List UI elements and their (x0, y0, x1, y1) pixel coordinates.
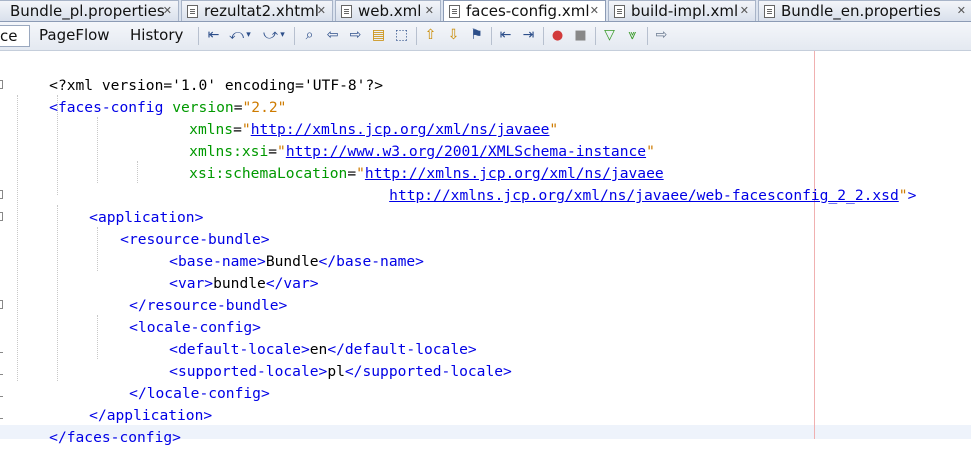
fold-marker[interactable] (0, 374, 3, 375)
xml-file-icon (449, 5, 460, 18)
find-selection-icon[interactable]: ⌕ (301, 27, 318, 44)
next-bookmark-icon[interactable]: ⇩ (445, 27, 462, 44)
code-line: <resource-bundle> (85, 207, 269, 248)
toolbar-separator (416, 27, 417, 45)
xml-text: pl (327, 363, 345, 380)
toolbar-separator (491, 27, 492, 45)
tab-bundle-pl-properties[interactable]: Bundle_pl.properties ✕ (0, 0, 179, 21)
fold-marker[interactable] (0, 212, 3, 221)
dropdown-arrow-icon[interactable]: ▾ (278, 27, 287, 44)
shift-left-icon[interactable]: ⇤ (497, 27, 514, 44)
close-tab-icon[interactable]: ✕ (957, 1, 966, 21)
find-next-icon[interactable]: ⇨ (347, 27, 364, 44)
tab-label: Bundle_en.properties (781, 2, 941, 20)
properties-file-icon (764, 5, 775, 18)
close-tab-icon[interactable]: ✕ (740, 1, 749, 21)
editor-tab-bar: Bundle_pl.properties ✕ rezultat2.xhtml ✕… (0, 0, 971, 22)
fold-marker[interactable] (0, 80, 3, 89)
code-line: <default-locale>en</default-locale> (134, 317, 477, 358)
tab-label: web.xml (358, 2, 422, 20)
tab-faces-config-xml[interactable]: faces-config.xml ✕ (443, 0, 606, 21)
xhtml-file-icon (187, 5, 198, 18)
code-line: </faces-config> (14, 405, 181, 446)
tab-bundle-en-properties[interactable]: Bundle_en.properties ✕ (758, 0, 971, 21)
fold-marker[interactable] (0, 396, 3, 397)
fold-marker[interactable] (0, 352, 3, 353)
indent-guide (137, 161, 139, 183)
find-previous-icon[interactable]: ⇦ (324, 27, 341, 44)
code-line: <locale-config> (94, 295, 261, 336)
fold-marker[interactable] (0, 418, 3, 419)
code-line: <supported-locale>pl</supported-locale> (134, 339, 512, 380)
editor-toolbar: ce PageFlow History ⇤ ⤺ ▾ ⤻ ▾ ⌕ ⇦ ⇨ ▤ ⬚ … (0, 22, 971, 51)
toggle-rectangular-selection-icon[interactable]: ⬚ (393, 27, 410, 44)
code-line: </locale-config> (94, 361, 270, 402)
tab-label: Bundle_pl.properties (10, 2, 165, 20)
close-tab-icon[interactable]: ✕ (425, 1, 434, 21)
xml-file-icon (614, 5, 625, 18)
source-view-button[interactable]: ce (0, 25, 30, 47)
xml-tag: </base-name> (318, 253, 424, 270)
history-view-button[interactable]: History (123, 25, 190, 47)
tab-rezultat2-xhtml[interactable]: rezultat2.xhtml ✕ (181, 0, 333, 21)
fold-marker[interactable] (0, 300, 3, 309)
xml-file-icon (341, 5, 352, 18)
code-line: <?xml version='1.0' encoding='UTF-8'?> (14, 53, 383, 94)
toolbar-separator (198, 27, 199, 45)
shift-right-icon[interactable]: ⇥ (520, 27, 537, 44)
validate-xml-icon[interactable]: ⩔ (624, 27, 641, 44)
check-xml-icon[interactable]: ▽ (601, 27, 618, 44)
code-line: <faces-config version="2.2" (14, 75, 286, 116)
right-margin-line (814, 51, 815, 439)
fold-marker[interactable] (0, 190, 3, 199)
code-line: </application> (54, 383, 212, 424)
code-line: http://xmlns.jcp.org/xml/ns/javaee/web-f… (354, 163, 916, 204)
code-line: <var>bundle</var> (134, 251, 318, 292)
toolbar-separator (595, 27, 596, 45)
tab-web-xml[interactable]: web.xml ✕ (335, 0, 441, 21)
tab-label: rezultat2.xhtml (204, 2, 319, 20)
code-line: xmlns="http://xmlns.jcp.org/xml/ns/javae… (154, 97, 558, 138)
xml-tag: <faces-config (49, 99, 164, 116)
toggle-bookmark-icon[interactable]: ⚑ (468, 27, 485, 44)
code-line: <base-name>Bundle</base-name> (134, 229, 424, 270)
tab-build-impl-xml[interactable]: build-impl.xml ✕ (608, 0, 756, 21)
xml-tag: </supported-locale> (344, 363, 512, 380)
start-macro-icon[interactable]: ● (549, 27, 566, 44)
toggle-highlight-icon[interactable]: ▤ (370, 27, 387, 44)
close-tab-icon[interactable]: ✕ (163, 1, 172, 21)
code-line: xmlns:xsi="http://www.w3.org/2001/XMLSch… (154, 119, 655, 160)
toolbar-separator (294, 27, 295, 45)
xml-tag: </faces-config> (49, 429, 181, 446)
close-tab-icon[interactable]: ✕ (317, 1, 326, 21)
code-editor[interactable]: <?xml version='1.0' encoding='UTF-8'?> <… (0, 51, 971, 446)
tab-label: faces-config.xml (466, 2, 590, 20)
forward-icon[interactable]: ⤻ (262, 27, 279, 44)
previous-bookmark-icon[interactable]: ⇧ (422, 27, 439, 44)
stop-macro-icon[interactable]: ■ (572, 27, 589, 44)
close-tab-icon[interactable]: ✕ (590, 1, 599, 21)
xml-attribute: xsi:schemaLocation (189, 165, 348, 182)
toolbar-separator (543, 27, 544, 45)
indent-guide (97, 117, 99, 183)
last-edit-icon[interactable]: ⇤ (205, 27, 222, 44)
code-line: xsi:schemaLocation="http://xmlns.jcp.org… (154, 141, 663, 182)
schema-link[interactable]: http://xmlns.jcp.org/xml/ns/javaee/web-f… (389, 187, 899, 204)
tab-label: build-impl.xml (631, 2, 739, 20)
code-line: </resource-bundle> (94, 273, 287, 314)
xml-tag-close: > (907, 187, 917, 204)
pageflow-view-button[interactable]: PageFlow (32, 25, 117, 47)
code-line: <application> (54, 185, 203, 226)
dropdown-arrow-icon[interactable]: ▾ (244, 27, 253, 44)
xml-quote: " (898, 187, 908, 204)
xsl-transform-icon[interactable]: ⇨ (653, 27, 670, 44)
back-icon[interactable]: ⤺ (228, 27, 245, 44)
toolbar-separator (647, 27, 648, 45)
